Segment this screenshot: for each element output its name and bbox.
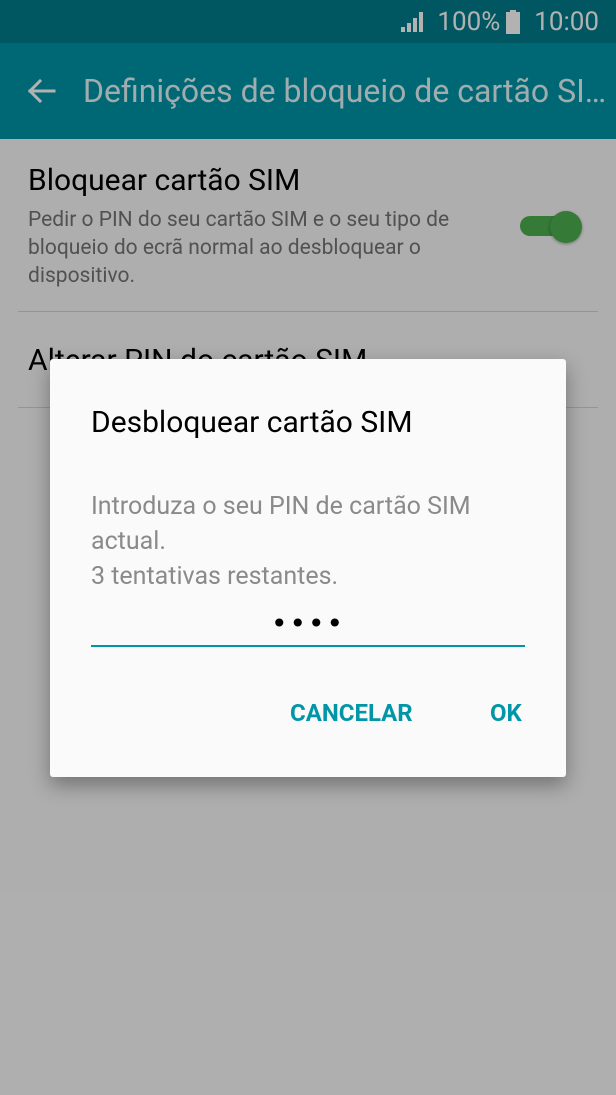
unlock-sim-dialog: Desbloquear cartão SIM Introduza o seu P… [50, 359, 566, 777]
cancel-button[interactable]: CANCELAR [290, 699, 413, 727]
pin-input[interactable] [91, 601, 525, 647]
dialog-message-attempts: 3 tentativas restantes. [91, 562, 339, 591]
dialog-message: Introduza o seu PIN de cartão SIM actual… [91, 489, 531, 594]
dialog-title: Desbloquear cartão SIM [91, 405, 413, 440]
dialog-message-instruction: Introduza o seu PIN de cartão SIM actual… [91, 492, 471, 556]
ok-button[interactable]: OK [490, 699, 522, 727]
